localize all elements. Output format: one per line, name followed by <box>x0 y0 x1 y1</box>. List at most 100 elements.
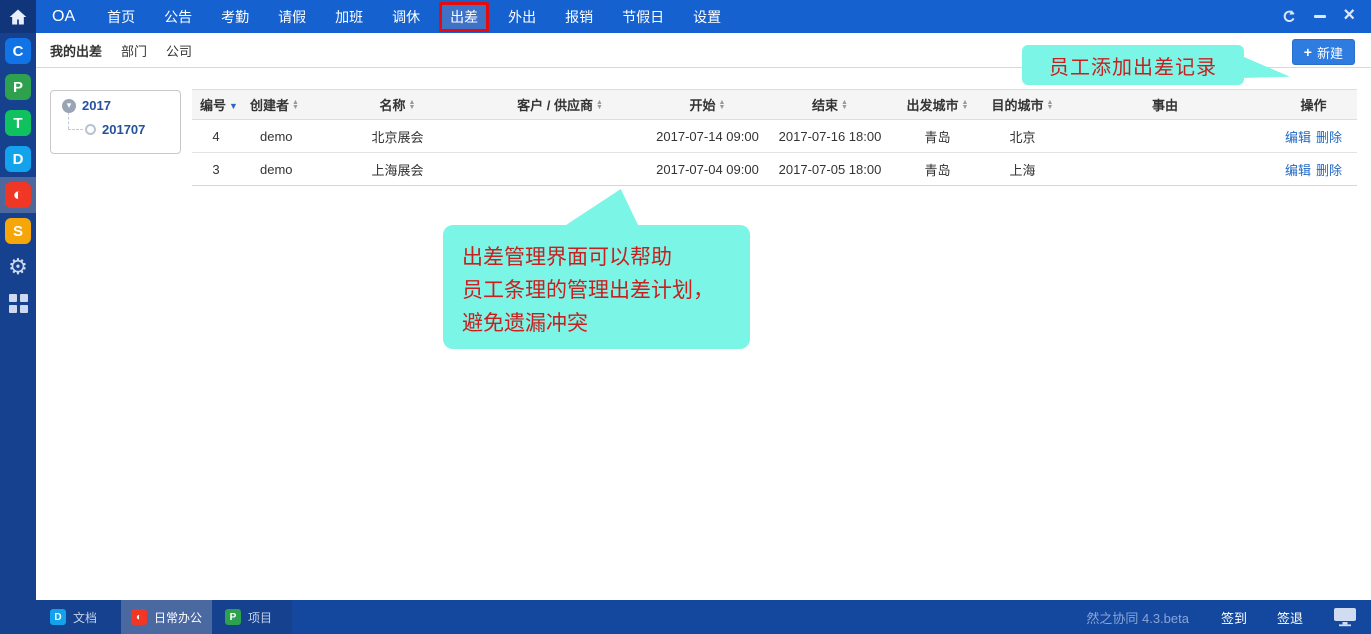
nav-item-announcement[interactable]: 公告 <box>154 2 202 32</box>
nav-item-overtime[interactable]: 加班 <box>325 2 373 32</box>
cell-reason <box>1060 120 1270 153</box>
sidebar-app-d[interactable]: D <box>0 141 36 177</box>
sidebar-app-oa[interactable]: ◐ <box>0 177 36 213</box>
all-apps-button[interactable] <box>0 285 36 321</box>
cell-from-city: 青岛 <box>924 162 951 178</box>
tree-connector-horizontal <box>68 129 83 130</box>
tree-year-label[interactable]: 2017 <box>82 98 111 113</box>
col-header-customer[interactable]: 客户 / 供应商 <box>475 89 645 120</box>
edit-link[interactable]: 编辑 <box>1285 130 1311 145</box>
nav-item-trip-active[interactable]: 出差 <box>439 1 490 32</box>
taskbar-right-zone: 然之协同 4.3.beta 签到 签退 <box>1086 600 1371 634</box>
delete-link[interactable]: 删除 <box>1316 130 1342 145</box>
house-icon <box>9 9 27 24</box>
cell-name: 上海展会 <box>371 162 424 178</box>
sign-out-link[interactable]: 签退 <box>1277 608 1303 627</box>
cell-to-city: 北京 <box>1009 129 1036 145</box>
bottom-taskbar: D 文档 ◐ 日常办公 P 项目 然之协同 4.3.beta 签到 签退 <box>0 600 1371 634</box>
nav-item-reimbursement[interactable]: 报销 <box>555 2 603 32</box>
window-controls <box>1282 8 1371 26</box>
tree-month-label[interactable]: 201707 <box>102 122 145 137</box>
col-header-id[interactable]: 编号 <box>192 89 240 120</box>
col-header-end[interactable]: 结束 <box>770 89 890 120</box>
nav-item-home[interactable]: 首页 <box>97 2 145 32</box>
cell-from-city: 青岛 <box>924 129 951 145</box>
table-row: 3 demo 上海展会 2017-07-04 09:00 2017-07-05 … <box>192 153 1357 186</box>
tooltip-add-trip: 员工添加出差记录 <box>1022 45 1244 85</box>
cell-to-city: 上海 <box>1009 162 1036 178</box>
callout-pointer <box>563 189 639 227</box>
grid-icon <box>8 293 28 313</box>
home-icon[interactable] <box>0 0 36 33</box>
create-trip-button[interactable]: + 新建 <box>1291 39 1355 65</box>
tooltip-trip-management: 出差管理界面可以帮助 员工条理的管理出差计划， 避免遗漏冲突 <box>443 225 750 349</box>
plus-icon: + <box>1303 44 1312 60</box>
settings-button[interactable] <box>0 249 36 285</box>
edit-link[interactable]: 编辑 <box>1285 163 1311 178</box>
sidebar-app-s[interactable]: S <box>0 213 36 249</box>
sort-desc-icon <box>229 97 238 112</box>
sidebar-app-t[interactable]: T <box>0 105 36 141</box>
nav-item-settings[interactable]: 设置 <box>683 2 731 32</box>
nav-item-attendance[interactable]: 考勤 <box>211 2 259 32</box>
close-icon[interactable] <box>1343 8 1355 26</box>
app-d-icon: D <box>50 609 66 625</box>
gear-icon <box>8 254 28 280</box>
taskbar-item-label: 日常办公 <box>154 610 203 625</box>
app-oa-icon: ◐ <box>5 182 31 208</box>
col-header-creator[interactable]: 创建者 <box>240 89 320 120</box>
nav-item-leave[interactable]: 请假 <box>268 2 316 32</box>
cell-reason <box>1060 153 1270 186</box>
app-oa-icon: ◐ <box>131 609 147 625</box>
tree-node-month[interactable]: 201707 <box>85 122 145 137</box>
taskbar-item-project[interactable]: P 项目 <box>215 600 282 634</box>
cell-actions: 编辑 删除 <box>1270 120 1357 153</box>
cell-customer <box>475 120 645 153</box>
sort-icon <box>719 100 726 110</box>
refresh-icon[interactable] <box>1282 9 1297 24</box>
brand-title: OA <box>52 7 76 25</box>
cell-customer <box>475 153 645 186</box>
tab-department[interactable]: 部门 <box>121 41 147 60</box>
cell-creator: demo <box>260 161 293 177</box>
sort-icon <box>841 100 848 110</box>
sign-in-link[interactable]: 签到 <box>1221 608 1247 627</box>
leaf-circle-icon <box>85 124 96 135</box>
cell-end: 2017-07-05 18:00 <box>778 161 882 177</box>
nav-item-holiday[interactable]: 节假日 <box>612 2 674 32</box>
taskbar-item-doc[interactable]: D 文档 <box>40 600 107 634</box>
col-header-start[interactable]: 开始 <box>645 89 770 120</box>
tooltip-line: 避免遗漏冲突 <box>462 311 588 335</box>
taskbar-item-label: 项目 <box>248 610 273 625</box>
col-header-name[interactable]: 名称 <box>320 89 475 120</box>
tooltip-line: 出差管理界面可以帮助 <box>462 245 672 269</box>
tooltip-line: 员工条理的管理出差计划， <box>462 278 714 302</box>
nav-item-lieu[interactable]: 调休 <box>382 2 430 32</box>
sidebar-app-p[interactable]: P <box>0 69 36 105</box>
top-navigation-bar: OA 首页 公告 考勤 请假 加班 调休 出差 外出 报销 节假日 设置 <box>36 0 1371 33</box>
taskbar-item-oa[interactable]: ◐ 日常办公 <box>121 600 213 634</box>
app-p-icon: P <box>225 609 241 625</box>
col-header-reason: 事由 <box>1060 89 1270 120</box>
sort-icon <box>962 100 969 110</box>
col-header-from-city[interactable]: 出发城市 <box>890 89 985 120</box>
sidebar-app-c[interactable]: C <box>0 33 36 69</box>
tab-company[interactable]: 公司 <box>166 41 192 60</box>
sort-icon <box>409 100 416 110</box>
trip-table: 编号 创建者 名称 客户 / 供应商 开始 结束 出发城市 目的城市 事由 操作… <box>192 89 1357 186</box>
col-header-to-city[interactable]: 目的城市 <box>985 89 1060 120</box>
app-d-icon: D <box>5 146 31 172</box>
monitor-icon[interactable] <box>1333 607 1357 627</box>
app-version-label: 然之协同 4.3.beta <box>1086 610 1189 626</box>
create-trip-label: 新建 <box>1316 45 1343 61</box>
minimize-icon[interactable] <box>1314 15 1327 18</box>
collapse-icon[interactable]: ▾ <box>62 98 76 113</box>
tree-node-year[interactable]: ▾ 2017 <box>62 98 111 113</box>
sort-icon <box>1047 100 1054 110</box>
date-tree-panel: ▾ 2017 201707 <box>50 90 181 154</box>
delete-link[interactable]: 删除 <box>1316 163 1342 178</box>
nav-item-egress[interactable]: 外出 <box>498 2 546 32</box>
tab-my-trips[interactable]: 我的出差 <box>50 41 102 60</box>
app-t-icon: T <box>5 110 31 136</box>
cell-name: 北京展会 <box>371 129 424 145</box>
